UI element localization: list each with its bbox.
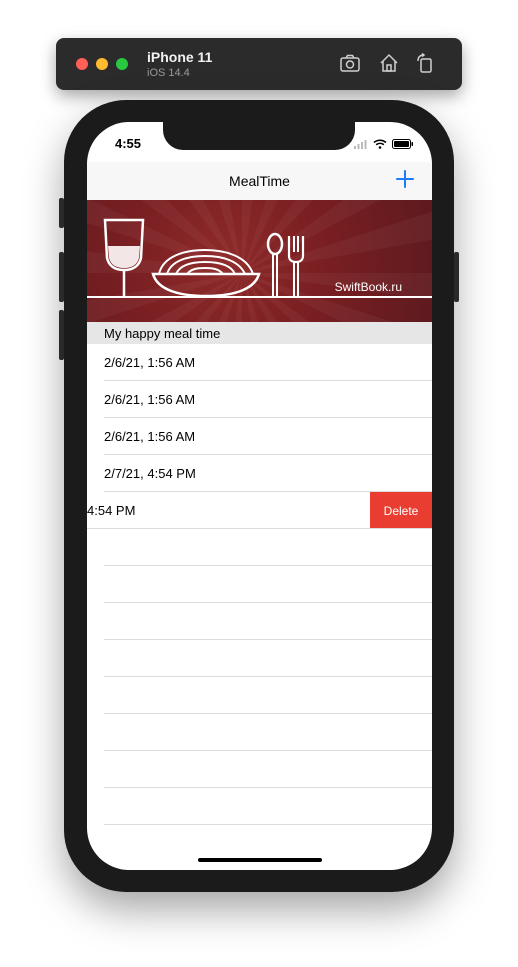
empty-row (87, 788, 432, 825)
empty-row (87, 603, 432, 640)
table-row[interactable]: 2/6/21, 1:56 AM (87, 418, 432, 455)
nav-title: MealTime (229, 173, 290, 189)
spoon-icon (266, 232, 284, 297)
status-time: 4:55 (115, 136, 142, 151)
empty-row (87, 566, 432, 603)
section-header: My happy meal time (87, 322, 432, 344)
empty-row (87, 529, 432, 566)
simulator-toolbar: iPhone 11 iOS 14.4 (56, 38, 462, 90)
zoom-window-button[interactable] (116, 58, 128, 70)
empty-row (87, 640, 432, 677)
power-button (454, 252, 459, 302)
device-name: iPhone 11 (147, 49, 213, 65)
table-row-swiped[interactable]: 4:54 PM Delete (87, 492, 432, 529)
row-separator (104, 824, 432, 825)
minimize-window-button[interactable] (96, 58, 108, 70)
status-icons (354, 136, 414, 154)
row-date-label: 2/6/21, 1:56 AM (104, 429, 196, 444)
row-date-label: 4:54 PM (87, 503, 136, 518)
rotate-icon[interactable] (414, 52, 436, 74)
table-row[interactable]: 2/6/21, 1:56 AM (87, 344, 432, 381)
navigation-bar: MealTime (87, 162, 432, 200)
fork-icon (287, 236, 305, 297)
row-date-label: 2/6/21, 1:56 AM (104, 392, 196, 407)
row-date-label: 2/6/21, 1:56 AM (104, 355, 196, 370)
close-window-button[interactable] (76, 58, 88, 70)
pasta-bowl-icon (151, 248, 261, 298)
notch (163, 122, 355, 150)
os-version: iOS 14.4 (147, 67, 190, 79)
volume-down-button (59, 310, 64, 360)
empty-row (87, 677, 432, 714)
battery-icon (392, 136, 414, 154)
row-date-label: 2/7/21, 4:54 PM (104, 466, 196, 481)
table-row[interactable]: 2/7/21, 4:54 PM (87, 455, 432, 492)
plus-icon[interactable] (394, 168, 416, 190)
header-banner: SwiftBook.ru (87, 200, 432, 322)
home-indicator[interactable] (198, 858, 322, 862)
section-title: My happy meal time (104, 326, 221, 341)
banner-label: SwiftBook.ru (334, 280, 402, 294)
empty-row (87, 751, 432, 788)
screenshot-icon[interactable] (339, 52, 361, 74)
home-icon[interactable] (378, 52, 400, 74)
table-row[interactable]: 2/6/21, 1:56 AM (87, 381, 432, 418)
signal-icon (354, 136, 368, 154)
volume-up-button (59, 252, 64, 302)
mute-switch (59, 198, 64, 228)
meal-illustration (87, 218, 432, 298)
wifi-icon (373, 136, 387, 154)
empty-row (87, 714, 432, 751)
wine-glass-icon (103, 218, 145, 297)
delete-button[interactable]: Delete (370, 492, 432, 529)
device-screen: 4:55 MealTime SwiftBook.ru My happy meal… (87, 122, 432, 870)
